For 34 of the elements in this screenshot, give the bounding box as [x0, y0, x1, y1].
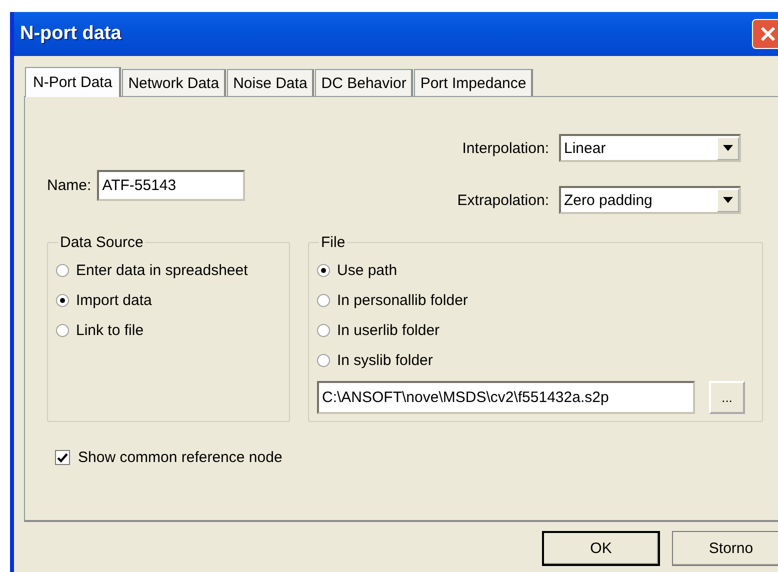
radio-option[interactable]: Link to file — [56, 315, 144, 345]
tab[interactable]: Noise Data — [227, 69, 314, 96]
radio-label: In userlib folder — [337, 322, 440, 338]
dropdown-value: Linear — [564, 140, 606, 156]
radio-label: Use path — [337, 262, 398, 278]
dropdown[interactable]: Linear — [559, 134, 741, 162]
dialog-button[interactable]: Storno — [672, 531, 778, 566]
name-label: Name: — [47, 177, 92, 194]
dropdown-label: Extrapolation: — [457, 192, 549, 208]
radio-option[interactable]: Import data — [56, 285, 152, 315]
radio-option[interactable]: In userlib folder — [317, 315, 440, 345]
radio-option[interactable]: In personallib folder — [317, 285, 468, 315]
radio-label: In syslib folder — [337, 352, 433, 368]
dropdown-label: Interpolation: — [462, 140, 549, 156]
dropdown[interactable]: Zero padding — [559, 186, 741, 214]
path-field[interactable]: C:\ANSOFT\nove\MSDS\cv2\f551432a.s2p — [317, 381, 695, 414]
radio-option[interactable]: Use path — [317, 255, 398, 285]
radio-label: Link to file — [76, 322, 144, 338]
group-title: File — [320, 234, 346, 251]
radio-label: In personallib folder — [337, 292, 468, 308]
radio-option[interactable]: Enter data in spreadsheet — [56, 255, 248, 285]
window-title: N-port data — [20, 23, 122, 45]
tab[interactable]: Network Data — [122, 69, 226, 96]
dialog-button[interactable]: OK — [542, 531, 660, 566]
radio-label: Enter data in spreadsheet — [76, 262, 248, 278]
group-title: Data Source — [59, 234, 144, 251]
browse-button[interactable]: ... — [709, 381, 745, 414]
tab[interactable]: N-Port Data — [25, 67, 122, 97]
dropdown-value: Zero padding — [564, 192, 652, 208]
tab[interactable]: Port Impedance — [414, 69, 534, 96]
name-field[interactable]: ATF-55143 — [97, 170, 246, 201]
radio-label: Import data — [76, 292, 152, 308]
radio-option[interactable]: In syslib folder — [317, 345, 433, 375]
tab[interactable]: DC Behavior — [315, 69, 414, 96]
